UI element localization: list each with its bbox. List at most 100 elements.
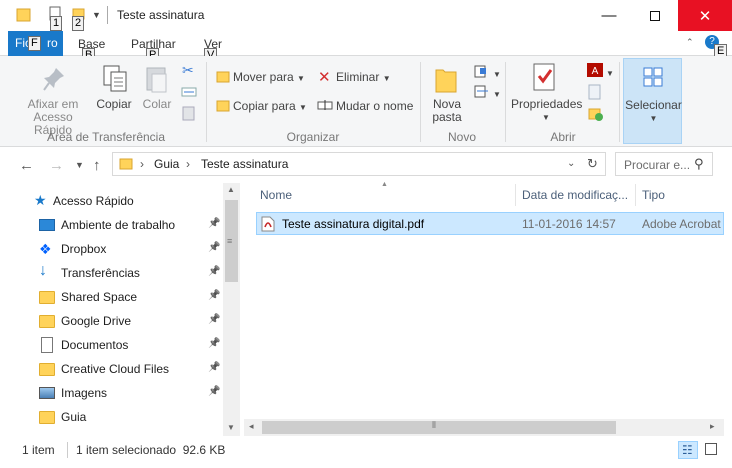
paste-button[interactable]: Colar bbox=[140, 98, 174, 111]
delete-button[interactable]: Eliminar ▼ bbox=[336, 71, 391, 85]
sidebar-item-label: Google Drive bbox=[61, 314, 132, 328]
sidebar-item[interactable]: ❖ Dropbox 📌 bbox=[0, 237, 222, 261]
select-button[interactable]: Selecionar ▼ bbox=[623, 58, 682, 144]
column-header-name[interactable]: Nome bbox=[260, 188, 292, 202]
sidebar-item[interactable]: Imagens 📌 bbox=[0, 381, 222, 405]
grip-icon: ⦀ bbox=[432, 420, 436, 430]
desktop-icon bbox=[39, 219, 55, 231]
scroll-right-icon[interactable]: ▸ bbox=[710, 421, 715, 432]
edit-icon[interactable] bbox=[588, 84, 602, 100]
copy-to-icon bbox=[216, 100, 230, 112]
properties-button[interactable]: Propriedades ▼ bbox=[511, 98, 582, 124]
group-open-label: Abrir bbox=[550, 130, 576, 144]
copy-button[interactable]: Copiar bbox=[96, 98, 132, 111]
copy-to-button[interactable]: Copiar para ▼ bbox=[233, 100, 307, 114]
recent-locations-icon[interactable]: ▼ bbox=[75, 160, 84, 170]
history-icon[interactable] bbox=[588, 106, 604, 122]
sidebar-item[interactable]: Shared Space 📌 bbox=[0, 285, 222, 309]
column-header-date[interactable]: Data de modificaç... bbox=[522, 188, 628, 202]
folder-icon bbox=[39, 363, 55, 376]
large-icons-view-button[interactable] bbox=[701, 441, 721, 459]
divider bbox=[206, 62, 207, 142]
sidebar-item[interactable]: Documentos 📌 bbox=[0, 333, 222, 357]
column-header-type[interactable]: Tipo bbox=[642, 188, 665, 202]
sidebar-item[interactable]: Guia bbox=[0, 405, 222, 429]
select-label: Selecionar ▼ bbox=[625, 98, 682, 124]
scroll-up-icon[interactable]: ▲ bbox=[227, 185, 235, 194]
pin-icon: 📌 bbox=[208, 218, 221, 229]
delete-icon: ✕ bbox=[318, 69, 331, 86]
divider bbox=[67, 442, 68, 458]
rename-button[interactable]: Mudar o nome bbox=[336, 100, 413, 113]
easy-access-dropdown-icon[interactable]: ▼ bbox=[493, 86, 501, 100]
horizontal-scroll-thumb[interactable]: ⦀ bbox=[262, 420, 616, 434]
divider bbox=[635, 184, 636, 206]
pin-icon: 📌 bbox=[208, 290, 221, 301]
navigation-pane: ★ Acesso Rápido Ambiente de trabalho 📌 ❖ Dr… bbox=[0, 183, 240, 436]
ribbon-expand-icon[interactable]: ⌃ bbox=[686, 37, 694, 48]
keytip-qat1: 1 bbox=[50, 16, 63, 31]
move-to-icon bbox=[216, 71, 230, 83]
folder-icon bbox=[39, 411, 55, 424]
scroll-left-icon[interactable]: ◂ bbox=[249, 421, 254, 432]
scroll-down-icon[interactable]: ▼ bbox=[227, 423, 235, 432]
open-dropdown-icon[interactable]: ▼ bbox=[606, 65, 614, 79]
documents-icon bbox=[41, 337, 53, 353]
maximize-button[interactable] bbox=[632, 0, 678, 31]
pin-icon: 📌 bbox=[208, 242, 221, 253]
file-date: 11-01-2016 14:57 bbox=[522, 217, 616, 231]
cut-icon[interactable]: ✂ bbox=[182, 62, 194, 79]
pictures-icon bbox=[39, 387, 55, 399]
acrobat-icon[interactable]: A bbox=[586, 62, 604, 78]
window-title: Teste assinatura bbox=[117, 8, 205, 22]
paste-shortcut-icon[interactable] bbox=[182, 105, 196, 121]
folder-icon bbox=[119, 158, 133, 170]
search-icon[interactable]: ⚲ bbox=[694, 156, 704, 172]
select-all-icon bbox=[643, 67, 663, 87]
new-item-dropdown-icon[interactable]: ▼ bbox=[493, 66, 501, 80]
table-row[interactable]: Teste assinatura digital.pdf 11-01-2016 … bbox=[256, 212, 724, 235]
large-icons-icon bbox=[705, 443, 717, 455]
forward-icon[interactable]: → bbox=[49, 157, 64, 174]
keytip-qat2: 2 bbox=[72, 16, 85, 31]
nav-scroll-thumb[interactable]: ≡ bbox=[225, 200, 238, 282]
search-input[interactable]: Procurar e... ⚲ bbox=[615, 152, 713, 176]
grip-icon: ≡ bbox=[227, 236, 233, 246]
dropbox-icon: ❖ bbox=[39, 241, 52, 257]
details-view-button[interactable]: ☷ bbox=[678, 441, 698, 459]
sidebar-item[interactable]: ↓ Transferências 📌 bbox=[0, 261, 222, 285]
sidebar-item[interactable]: Creative Cloud Files 📌 bbox=[0, 357, 222, 381]
new-folder-button[interactable]: Nova pasta bbox=[428, 98, 466, 124]
copy-path-icon[interactable] bbox=[181, 86, 197, 98]
breadcrumb-current[interactable]: Teste assinatura bbox=[201, 157, 288, 171]
sort-ascending-icon: ▲ bbox=[381, 181, 388, 188]
sidebar-item[interactable]: Ambiente de trabalho 📌 bbox=[0, 213, 222, 237]
up-icon[interactable]: ↑ bbox=[93, 157, 101, 174]
minimize-button[interactable]: — bbox=[586, 0, 632, 31]
back-icon[interactable]: ← bbox=[19, 157, 34, 174]
sidebar-item-label: Shared Space bbox=[61, 290, 138, 304]
sidebar-item-label: Creative Cloud Files bbox=[61, 362, 170, 376]
nav-quick-access[interactable]: ★ Acesso Rápido bbox=[0, 189, 222, 213]
breadcrumb-separator-icon: › bbox=[140, 157, 144, 171]
qat-customize-icon[interactable]: ▼ bbox=[92, 10, 101, 20]
rename-icon bbox=[317, 100, 333, 110]
pin-icon: 📌 bbox=[208, 266, 221, 277]
refresh-icon[interactable]: ↻ bbox=[587, 156, 598, 172]
breadcrumb-guia[interactable]: Guia bbox=[154, 157, 179, 171]
star-icon: ★ bbox=[34, 192, 47, 208]
status-item-count: 1 item bbox=[22, 443, 55, 457]
status-selection: 1 item selecionado 92.6 KB bbox=[76, 443, 226, 457]
divider bbox=[505, 62, 506, 142]
close-button[interactable]: ✕ bbox=[678, 0, 732, 31]
paste-icon bbox=[146, 67, 167, 93]
group-new-label: Novo bbox=[447, 130, 476, 144]
ribbon-tab-bar bbox=[0, 31, 732, 56]
new-item-icon[interactable] bbox=[474, 64, 492, 78]
sidebar-item[interactable]: Google Drive 📌 bbox=[0, 309, 222, 333]
move-to-button[interactable]: Mover para ▼ bbox=[233, 71, 305, 85]
address-dropdown-icon[interactable]: ⌄ bbox=[567, 158, 575, 169]
easy-access-icon[interactable] bbox=[474, 84, 492, 98]
ribbon: Afixar em Acesso Rápido Copiar Colar ✂ Á… bbox=[0, 56, 732, 147]
address-bar[interactable]: › Guia › Teste assinatura ⌄ ↻ bbox=[112, 152, 606, 176]
